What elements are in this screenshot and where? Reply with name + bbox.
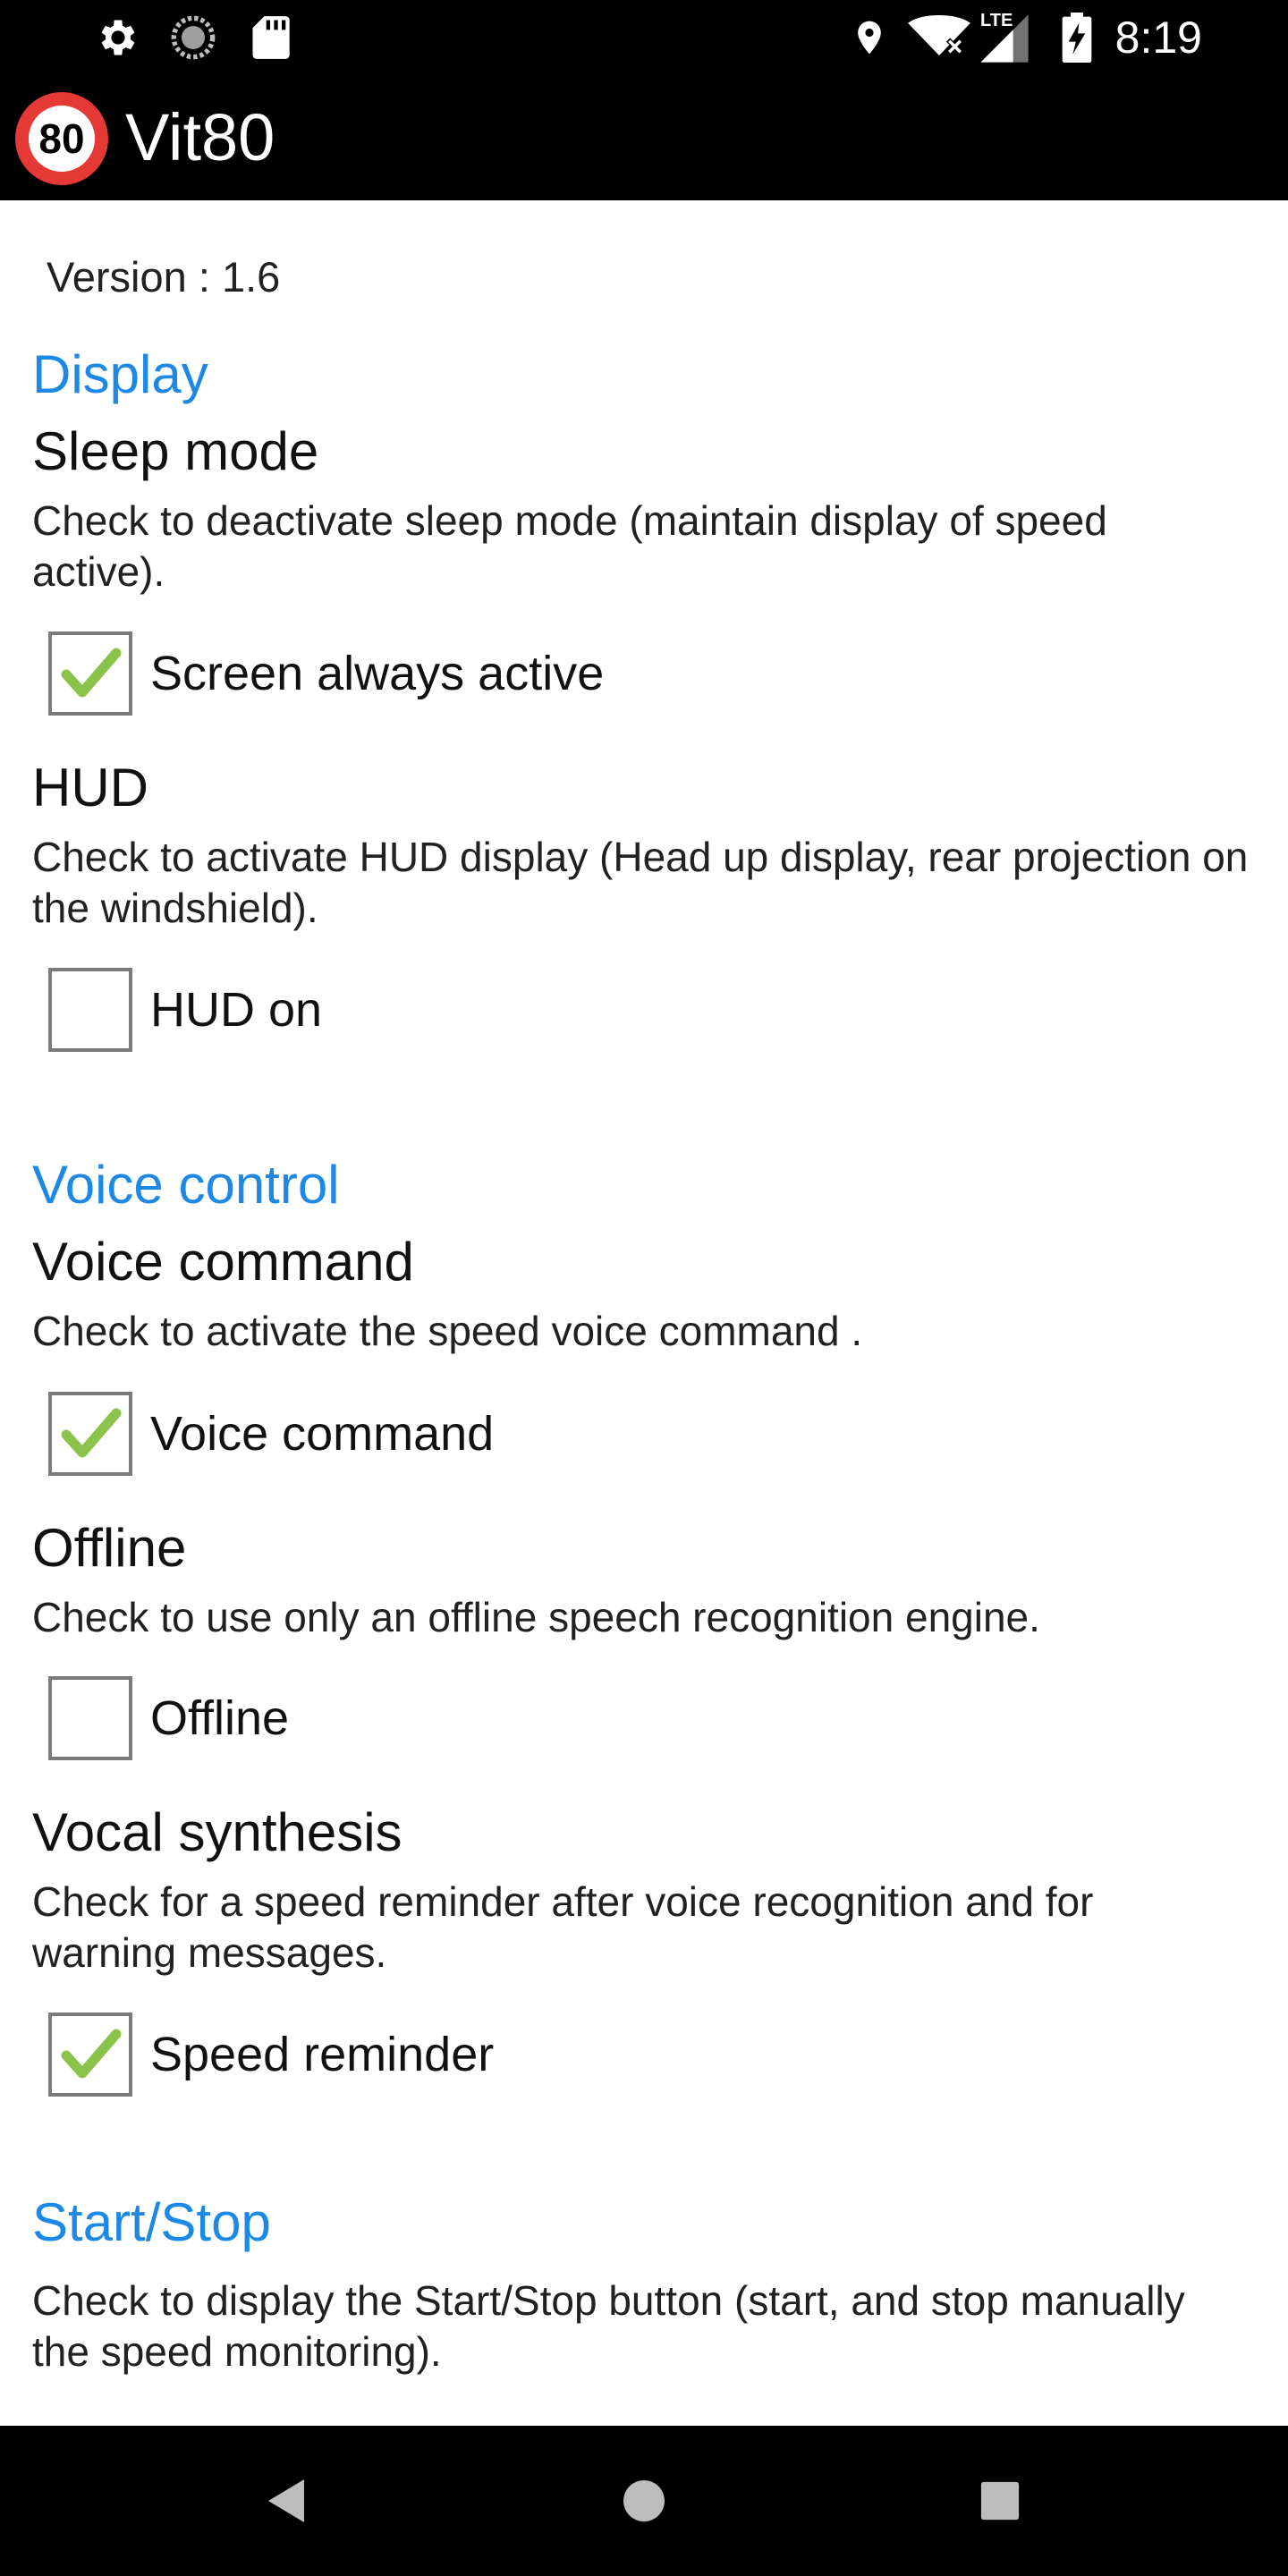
screen-always-active-checkbox[interactable] <box>48 631 132 716</box>
category-voice-control: Voice control <box>32 1155 340 1215</box>
offline-label[interactable]: Offline <box>150 1690 289 1746</box>
checkmark-icon <box>61 1408 122 1458</box>
hud-title: HUD <box>32 758 148 818</box>
hud-on-label[interactable]: HUD on <box>150 982 322 1038</box>
hud-summary: Check to activate HUD display (Head up d… <box>32 834 1249 931</box>
app-logo: 80 <box>14 91 109 186</box>
back-icon[interactable] <box>250 2465 322 2537</box>
signal-icon: LTE <box>977 7 1030 63</box>
voice-command-checkbox[interactable] <box>48 1392 132 1476</box>
category-display: Display <box>32 344 208 404</box>
app-bar: 80 Vit80 <box>0 75 1288 200</box>
navigation-bar <box>0 2426 1288 2576</box>
sd-card-icon <box>245 13 295 63</box>
location-icon <box>844 13 894 63</box>
offline-checkbox[interactable] <box>48 1676 132 1760</box>
checkmark-icon <box>61 648 122 698</box>
category-start-stop: Start/Stop <box>32 2192 271 2252</box>
app-title: Vit80 <box>125 100 275 174</box>
vocal-synthesis-summary: Check for a speed reminder after voice r… <box>32 1878 1094 1976</box>
vocal-synthesis-title: Vocal synthesis <box>32 1802 402 1862</box>
voice-command-label[interactable]: Voice command <box>150 1406 494 1462</box>
app-logo-text: 80 <box>38 115 85 162</box>
wifi-icon <box>905 13 973 63</box>
screen: LTE 8:19 80 Vit80 Version : 1.6 Display … <box>0 0 1288 2576</box>
settings-content: Version : 1.6 Display Sleep mode Check t… <box>0 200 1288 2426</box>
sleep-mode-title: Sleep mode <box>32 421 319 481</box>
screen-always-active-label[interactable]: Screen always active <box>150 646 604 701</box>
offline-summary: Check to use only an offline speech reco… <box>32 1594 1040 1640</box>
battery-charging-icon <box>1055 13 1098 63</box>
speed-reminder-checkbox[interactable] <box>48 2012 132 2097</box>
recents-icon[interactable] <box>964 2465 1036 2537</box>
home-icon[interactable] <box>608 2465 680 2537</box>
version-text: Version : 1.6 <box>47 253 281 301</box>
hud-on-checkbox[interactable] <box>48 968 132 1052</box>
voice-command-title: Voice command <box>32 1232 414 1292</box>
speed-reminder-label[interactable]: Speed reminder <box>150 2027 494 2082</box>
checkmark-icon <box>61 2029 122 2079</box>
voice-command-summary: Check to activate the speed voice comman… <box>32 1308 863 1354</box>
status-time: 8:19 <box>1114 13 1202 63</box>
status-bar: LTE 8:19 <box>0 0 1288 75</box>
gear-icon <box>93 13 143 63</box>
offline-title: Offline <box>32 1518 187 1578</box>
sleep-mode-summary: Check to deactivate sleep mode (maintain… <box>32 497 1107 595</box>
sync-icon <box>168 13 218 63</box>
start-stop-summary: Check to display the Start/Stop button (… <box>32 2277 1185 2375</box>
